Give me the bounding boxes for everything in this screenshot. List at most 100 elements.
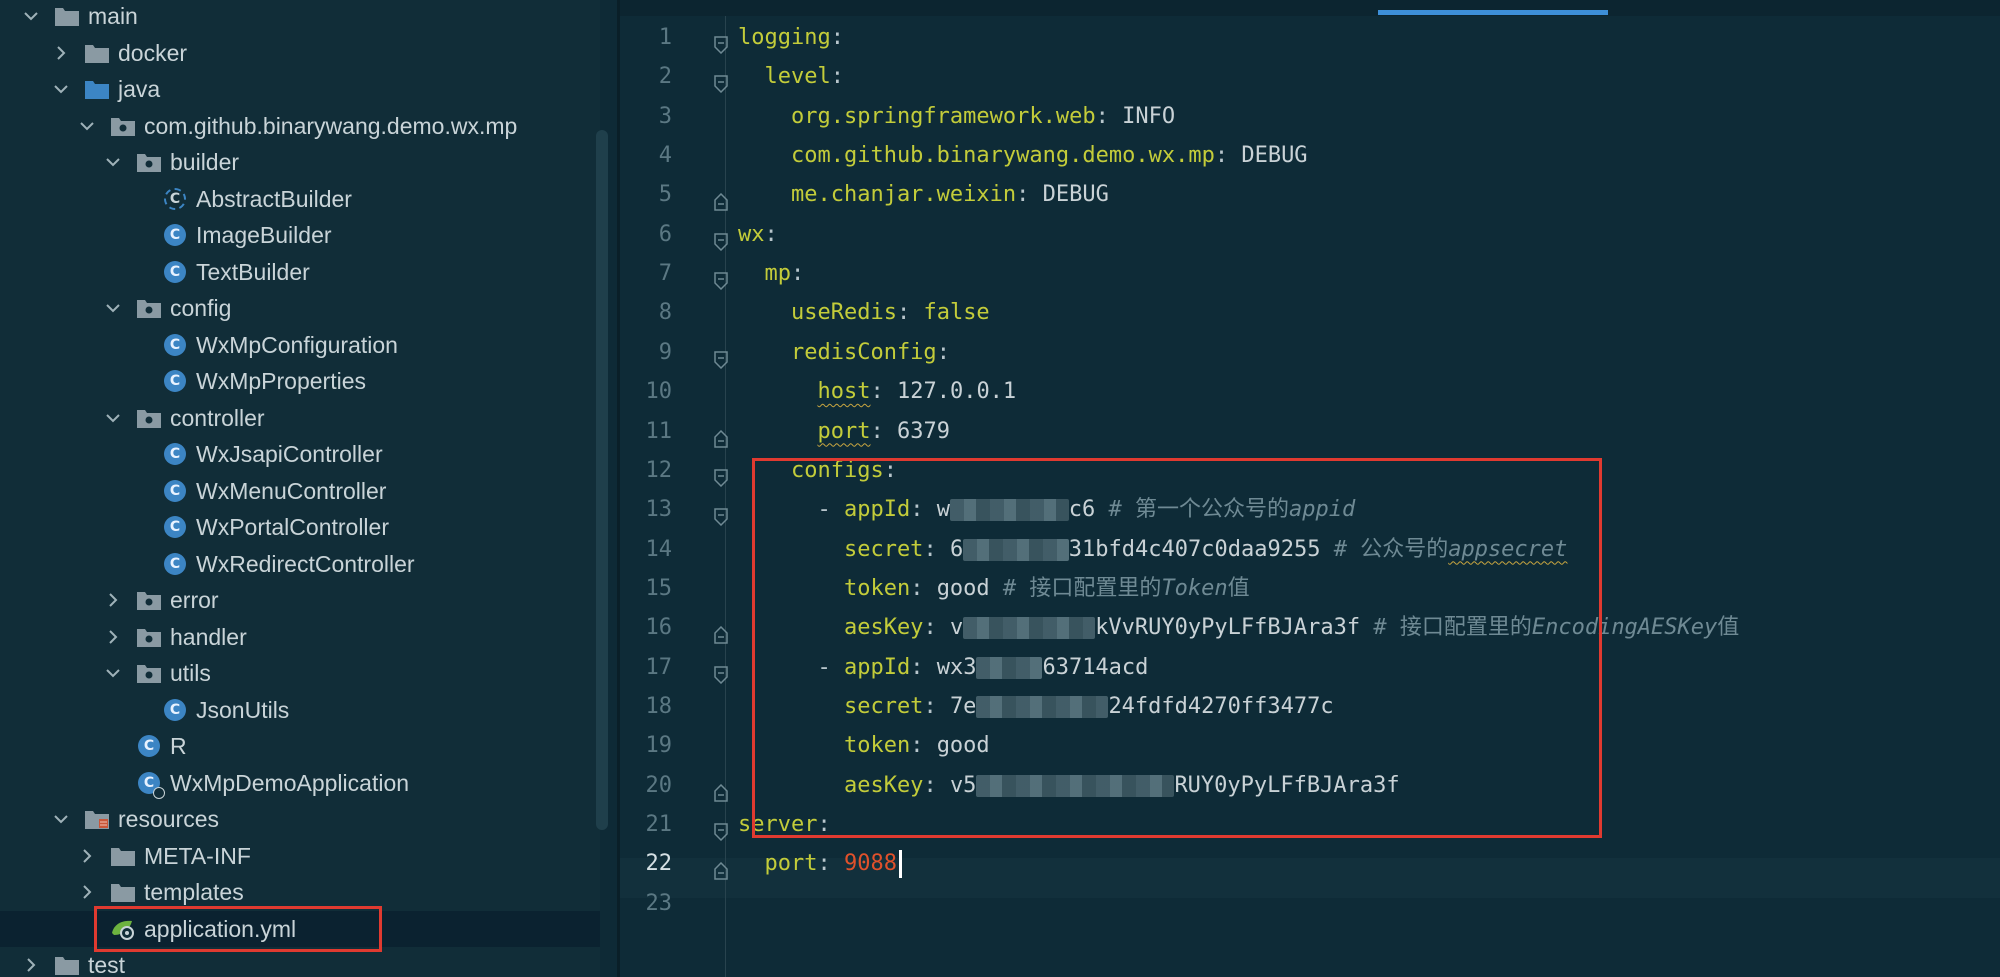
code-text: redisConfig: bbox=[738, 333, 950, 373]
chevron-right-icon[interactable] bbox=[104, 591, 122, 609]
chevron-right-icon[interactable] bbox=[78, 883, 96, 901]
tree-item-handler[interactable]: handler bbox=[0, 619, 600, 655]
code-token: : bbox=[1214, 143, 1242, 169]
chevron-down-icon[interactable] bbox=[52, 810, 70, 828]
tree-item-wxjsapicontroller[interactable]: C WxJsapiController bbox=[0, 436, 600, 472]
code-line-8[interactable]: 8 useRedis: false bbox=[620, 293, 2000, 333]
tree-item-imagebuilder[interactable]: C ImageBuilder bbox=[0, 217, 600, 253]
line-number: 19 bbox=[645, 733, 673, 759]
tree-item-r[interactable]: CR bbox=[0, 728, 600, 764]
class-icon: C bbox=[162, 515, 188, 539]
fold-open-icon[interactable] bbox=[714, 461, 728, 487]
code-line-5[interactable]: 5 me.chanjar.weixin: DEBUG bbox=[620, 175, 2000, 215]
fold-open-icon[interactable] bbox=[714, 28, 728, 55]
tree-item-wxmenucontroller[interactable]: C WxMenuController bbox=[0, 473, 600, 509]
tree-item-config[interactable]: config bbox=[0, 290, 600, 326]
chevron-down-icon[interactable] bbox=[104, 664, 122, 682]
tree-item-wxmpdemoapplication[interactable]: C WxMpDemoApplication bbox=[0, 765, 600, 801]
fold-open-icon[interactable] bbox=[714, 500, 728, 527]
chevron-down-icon[interactable] bbox=[104, 409, 122, 427]
tree-item-wxportalcontroller[interactable]: C WxPortalController bbox=[0, 509, 600, 545]
code-line-2[interactable]: 2 level: bbox=[620, 57, 2000, 97]
tree-item-resources[interactable]: resources bbox=[0, 801, 600, 837]
code-line-9[interactable]: 9 redisConfig: bbox=[620, 333, 2000, 373]
tree-item-error[interactable]: error bbox=[0, 582, 600, 618]
class-icon: C bbox=[162, 369, 188, 393]
tree-item-textbuilder[interactable]: C TextBuilder bbox=[0, 254, 600, 290]
class-icon: C bbox=[162, 552, 188, 576]
code-token: : bbox=[936, 339, 950, 365]
code-token: port bbox=[817, 418, 871, 444]
fold-open-icon[interactable] bbox=[714, 815, 728, 842]
tree-item-templates[interactable]: templates bbox=[0, 874, 600, 910]
chevron-right-icon[interactable] bbox=[78, 847, 96, 865]
tree-item-label: WxPortalController bbox=[196, 514, 389, 540]
fold-close-icon[interactable] bbox=[714, 618, 728, 644]
code-line-4[interactable]: 4 com.github.binarywang.demo.wx.mp: DEBU… bbox=[620, 136, 2000, 176]
chevron-down-icon[interactable] bbox=[104, 299, 122, 317]
line-number: 22 bbox=[645, 851, 673, 877]
resources-folder-icon bbox=[84, 807, 110, 831]
tree-item-abstractbuilder[interactable]: C AbstractBuilder bbox=[0, 181, 600, 217]
code-line-23[interactable]: 23 bbox=[620, 884, 2000, 924]
fold-open-icon[interactable] bbox=[714, 225, 728, 251]
package-icon bbox=[136, 661, 162, 685]
code-line-6[interactable]: 6 wx: bbox=[620, 215, 2000, 255]
code-line-1[interactable]: 1 logging: bbox=[620, 18, 2000, 58]
tree-item-builder[interactable]: builder bbox=[0, 144, 600, 180]
tree-item-label: builder bbox=[170, 149, 240, 175]
fold-open-icon[interactable] bbox=[714, 67, 728, 94]
tree-item-docker[interactable]: docker bbox=[0, 35, 600, 71]
fold-close-icon[interactable] bbox=[714, 185, 728, 212]
fold-close-icon[interactable] bbox=[714, 776, 728, 802]
code-line-3[interactable]: 3 org.springframework.web: INFO bbox=[620, 97, 2000, 137]
fold-close-icon[interactable] bbox=[714, 854, 728, 881]
code-line-10[interactable]: 10 host: 127.0.0.1 bbox=[620, 372, 2000, 412]
tree-item-label: resources bbox=[118, 806, 219, 832]
tree-item-wxmpconfiguration[interactable]: C WxMpConfiguration bbox=[0, 327, 600, 363]
line-number: 2 bbox=[658, 64, 672, 90]
tree-item-label: WxMpDemoApplication bbox=[170, 769, 410, 796]
fold-open-icon[interactable] bbox=[714, 264, 728, 291]
code-token: com.github.binarywang.demo.wx.mp bbox=[738, 143, 1215, 169]
code-line-11[interactable]: 11 port: 6379 bbox=[620, 412, 2000, 452]
folder-icon bbox=[54, 953, 80, 977]
chevron-right-icon[interactable] bbox=[104, 628, 122, 646]
chevron-down-icon[interactable] bbox=[22, 7, 40, 25]
folder-icon bbox=[54, 4, 80, 28]
line-number: 23 bbox=[645, 890, 673, 916]
highlight-box-application-yml bbox=[94, 906, 382, 952]
line-number: 8 bbox=[658, 300, 672, 326]
code-token: host bbox=[817, 379, 871, 405]
code-token: false bbox=[923, 300, 990, 326]
tree-item-meta-inf[interactable]: META-INF bbox=[0, 838, 600, 874]
chevron-right-icon[interactable] bbox=[22, 956, 40, 974]
tree-item-label: WxJsapiController bbox=[196, 441, 383, 467]
highlight-box-configs bbox=[752, 458, 1602, 838]
code-line-22[interactable]: 22 port: 9088 bbox=[620, 844, 2000, 884]
tree-item-wxmpproperties[interactable]: C WxMpProperties bbox=[0, 363, 600, 399]
tree-item-wxredirectcontroller[interactable]: C WxRedirectController bbox=[0, 546, 600, 582]
tree-item-main[interactable]: main bbox=[0, 0, 600, 34]
sidebar-scrollbar[interactable] bbox=[596, 130, 608, 830]
tree-item-label: R bbox=[170, 733, 187, 759]
chevron-down-icon[interactable] bbox=[52, 80, 70, 98]
chevron-down-icon[interactable] bbox=[104, 153, 122, 171]
chevron-down-icon[interactable] bbox=[78, 117, 96, 135]
line-number: 20 bbox=[645, 772, 673, 798]
tree-item-jsonutils[interactable]: C JsonUtils bbox=[0, 692, 600, 728]
line-number: 17 bbox=[645, 654, 673, 680]
code-text: useRedis: false bbox=[738, 293, 990, 333]
chevron-right-icon[interactable] bbox=[52, 44, 70, 62]
fold-open-icon[interactable] bbox=[714, 343, 728, 369]
tree-item-utils[interactable]: utils bbox=[0, 655, 600, 691]
tree-item-com-github-binarywang-demo-wx-mp[interactable]: com.github.binarywang.demo.wx.mp bbox=[0, 108, 600, 144]
code-line-7[interactable]: 7 mp: bbox=[620, 254, 2000, 294]
fold-close-icon[interactable] bbox=[714, 422, 728, 448]
tree-item-java[interactable]: java bbox=[0, 71, 600, 107]
line-number: 21 bbox=[645, 812, 673, 837]
line-number: 5 bbox=[658, 182, 672, 208]
fold-open-icon[interactable] bbox=[714, 658, 728, 684]
tree-item-controller[interactable]: controller bbox=[0, 400, 600, 436]
code-token: : bbox=[896, 300, 924, 326]
